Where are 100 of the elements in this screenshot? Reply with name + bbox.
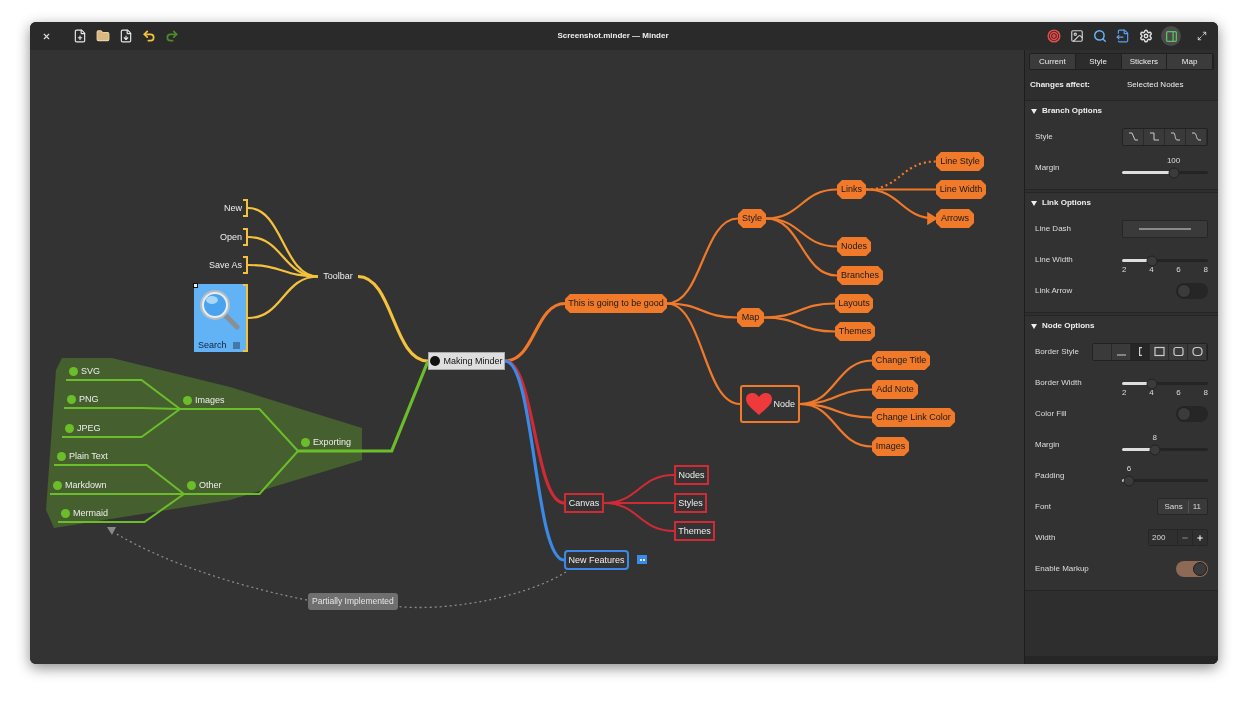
redo-icon bbox=[165, 29, 179, 43]
mind-map-node[interactable]: Line Width bbox=[936, 180, 986, 199]
font-name: Sans bbox=[1164, 500, 1183, 513]
export-button[interactable] bbox=[1115, 28, 1131, 44]
node-label: SVG bbox=[81, 367, 100, 376]
new-file-button[interactable] bbox=[72, 28, 88, 44]
disclosure-icon bbox=[1031, 108, 1037, 114]
mind-map-node[interactable]: PNG bbox=[64, 391, 110, 408]
style-option[interactable] bbox=[1131, 343, 1150, 360]
target-button[interactable] bbox=[1046, 28, 1062, 44]
slider-thumb[interactable] bbox=[1168, 167, 1180, 178]
mind-map-node[interactable]: JPEG bbox=[62, 420, 110, 437]
style-option[interactable] bbox=[1150, 343, 1169, 360]
toggle-switch[interactable] bbox=[1176, 282, 1208, 299]
slider-value: 8 bbox=[1152, 434, 1157, 442]
option-label: Font bbox=[1035, 500, 1051, 513]
image-button[interactable] bbox=[1069, 28, 1085, 44]
mind-map-node[interactable]: New bbox=[218, 199, 248, 217]
mind-map-node[interactable]: Open bbox=[214, 228, 248, 246]
style-option[interactable] bbox=[1169, 343, 1188, 360]
mind-map-node[interactable]: Links bbox=[837, 180, 866, 199]
panel-tab[interactable]: Current bbox=[1030, 54, 1076, 69]
search-button[interactable] bbox=[1092, 28, 1108, 44]
toggle-switch[interactable] bbox=[1176, 405, 1208, 422]
panel-tab[interactable]: Stickers bbox=[1121, 54, 1168, 69]
slider-value: 100 bbox=[1166, 157, 1181, 165]
option-label: Line Dash bbox=[1035, 222, 1072, 235]
note-icon bbox=[637, 555, 647, 564]
line-dash-button[interactable] bbox=[1122, 219, 1208, 238]
option-label: Color Fill bbox=[1035, 407, 1067, 420]
image-icon bbox=[1070, 29, 1084, 43]
mind-map-node[interactable]: Themes bbox=[835, 322, 875, 341]
mind-map-node[interactable]: Themes bbox=[674, 521, 715, 541]
node-label: Node bbox=[773, 399, 795, 409]
mind-map-node[interactable]: Toolbar bbox=[318, 268, 358, 285]
redo-button[interactable] bbox=[164, 28, 180, 44]
mind-map-node[interactable]: Change Link Color bbox=[872, 408, 955, 427]
section-header[interactable]: Link Options bbox=[1025, 193, 1097, 213]
mind-map-node[interactable]: Other bbox=[184, 477, 228, 494]
mind-map-node[interactable]: Plain Text bbox=[54, 448, 116, 465]
mind-map-node[interactable]: Markdown bbox=[50, 477, 114, 494]
mind-map-node[interactable]: Images bbox=[872, 437, 909, 456]
style-option[interactable] bbox=[1186, 128, 1207, 145]
option-label: Style bbox=[1035, 130, 1053, 143]
mind-map-node[interactable]: Exporting bbox=[298, 434, 362, 451]
mind-map-node[interactable]: Save As bbox=[204, 256, 248, 274]
mind-map-node[interactable]: Canvas bbox=[564, 493, 604, 513]
mind-map-node[interactable]: Arrows bbox=[936, 209, 974, 228]
close-icon bbox=[41, 31, 51, 41]
mind-map-node[interactable]: Node bbox=[740, 385, 800, 423]
slider-thumb[interactable] bbox=[1146, 255, 1158, 266]
mind-map-node[interactable]: Images bbox=[180, 392, 228, 409]
mind-map-node[interactable]: New Features bbox=[564, 550, 629, 570]
folder-button[interactable] bbox=[95, 28, 111, 44]
undo-button[interactable] bbox=[141, 28, 157, 44]
style-option[interactable] bbox=[1144, 128, 1165, 145]
node-label: Images bbox=[195, 396, 225, 405]
mind-map-node[interactable]: Search bbox=[194, 284, 248, 352]
save-button[interactable] bbox=[118, 28, 134, 44]
branch-line bbox=[866, 188, 936, 191]
mind-map-node[interactable]: Add Note bbox=[872, 380, 918, 399]
sidebar-icon bbox=[1164, 29, 1178, 43]
style-option[interactable] bbox=[1112, 343, 1131, 360]
slider-thumb[interactable] bbox=[1149, 444, 1161, 455]
branch-style-icon bbox=[1168, 131, 1182, 142]
mind-map-node[interactable]: Line Style bbox=[936, 152, 984, 171]
option-label: Margin bbox=[1035, 438, 1060, 451]
mind-map-node[interactable]: Style bbox=[738, 209, 766, 228]
mind-map-node[interactable]: Branches bbox=[837, 266, 883, 285]
mind-map-node[interactable]: Styles bbox=[674, 493, 707, 513]
panel-tab[interactable]: Map bbox=[1167, 54, 1213, 69]
settings-button[interactable] bbox=[1138, 28, 1154, 44]
mind-map-node[interactable]: Layouts bbox=[835, 294, 873, 313]
selection-handle[interactable] bbox=[193, 283, 198, 288]
slider-thumb[interactable] bbox=[1146, 378, 1158, 389]
node-label: Making Minder bbox=[443, 356, 503, 366]
mind-map-node[interactable]: Mermaid bbox=[58, 505, 112, 522]
option-label: Border Width bbox=[1035, 376, 1082, 389]
style-option[interactable] bbox=[1188, 343, 1207, 360]
node-label: Mermaid bbox=[73, 509, 108, 518]
new-file-icon bbox=[73, 29, 87, 43]
mind-map-node[interactable]: Nodes bbox=[674, 465, 709, 485]
toggle-switch[interactable] bbox=[1176, 560, 1208, 577]
option-label: Margin bbox=[1035, 161, 1060, 174]
section-header[interactable]: Branch Options bbox=[1025, 101, 1108, 121]
mind-map-node[interactable]: Making Minder bbox=[428, 352, 505, 370]
sidebar-toggle-button[interactable] bbox=[1161, 26, 1181, 46]
node-label: JPEG bbox=[77, 424, 101, 433]
mind-map-node[interactable]: This is going to be good bbox=[565, 294, 667, 313]
mind-map-node[interactable]: SVG bbox=[66, 363, 110, 380]
mind-map-node[interactable]: Map bbox=[737, 308, 764, 327]
slider-thumb[interactable] bbox=[1123, 475, 1135, 486]
section-header[interactable]: Node Options bbox=[1025, 316, 1101, 336]
heart-icon bbox=[745, 392, 773, 416]
mind-map-node[interactable]: Change Title bbox=[872, 351, 930, 370]
border-style-icon bbox=[1190, 346, 1204, 357]
mind-map-node[interactable]: Nodes bbox=[837, 237, 871, 256]
style-option[interactable] bbox=[1165, 128, 1186, 145]
style-option[interactable] bbox=[1123, 128, 1144, 145]
font-button[interactable]: Sans 11 bbox=[1157, 498, 1208, 515]
